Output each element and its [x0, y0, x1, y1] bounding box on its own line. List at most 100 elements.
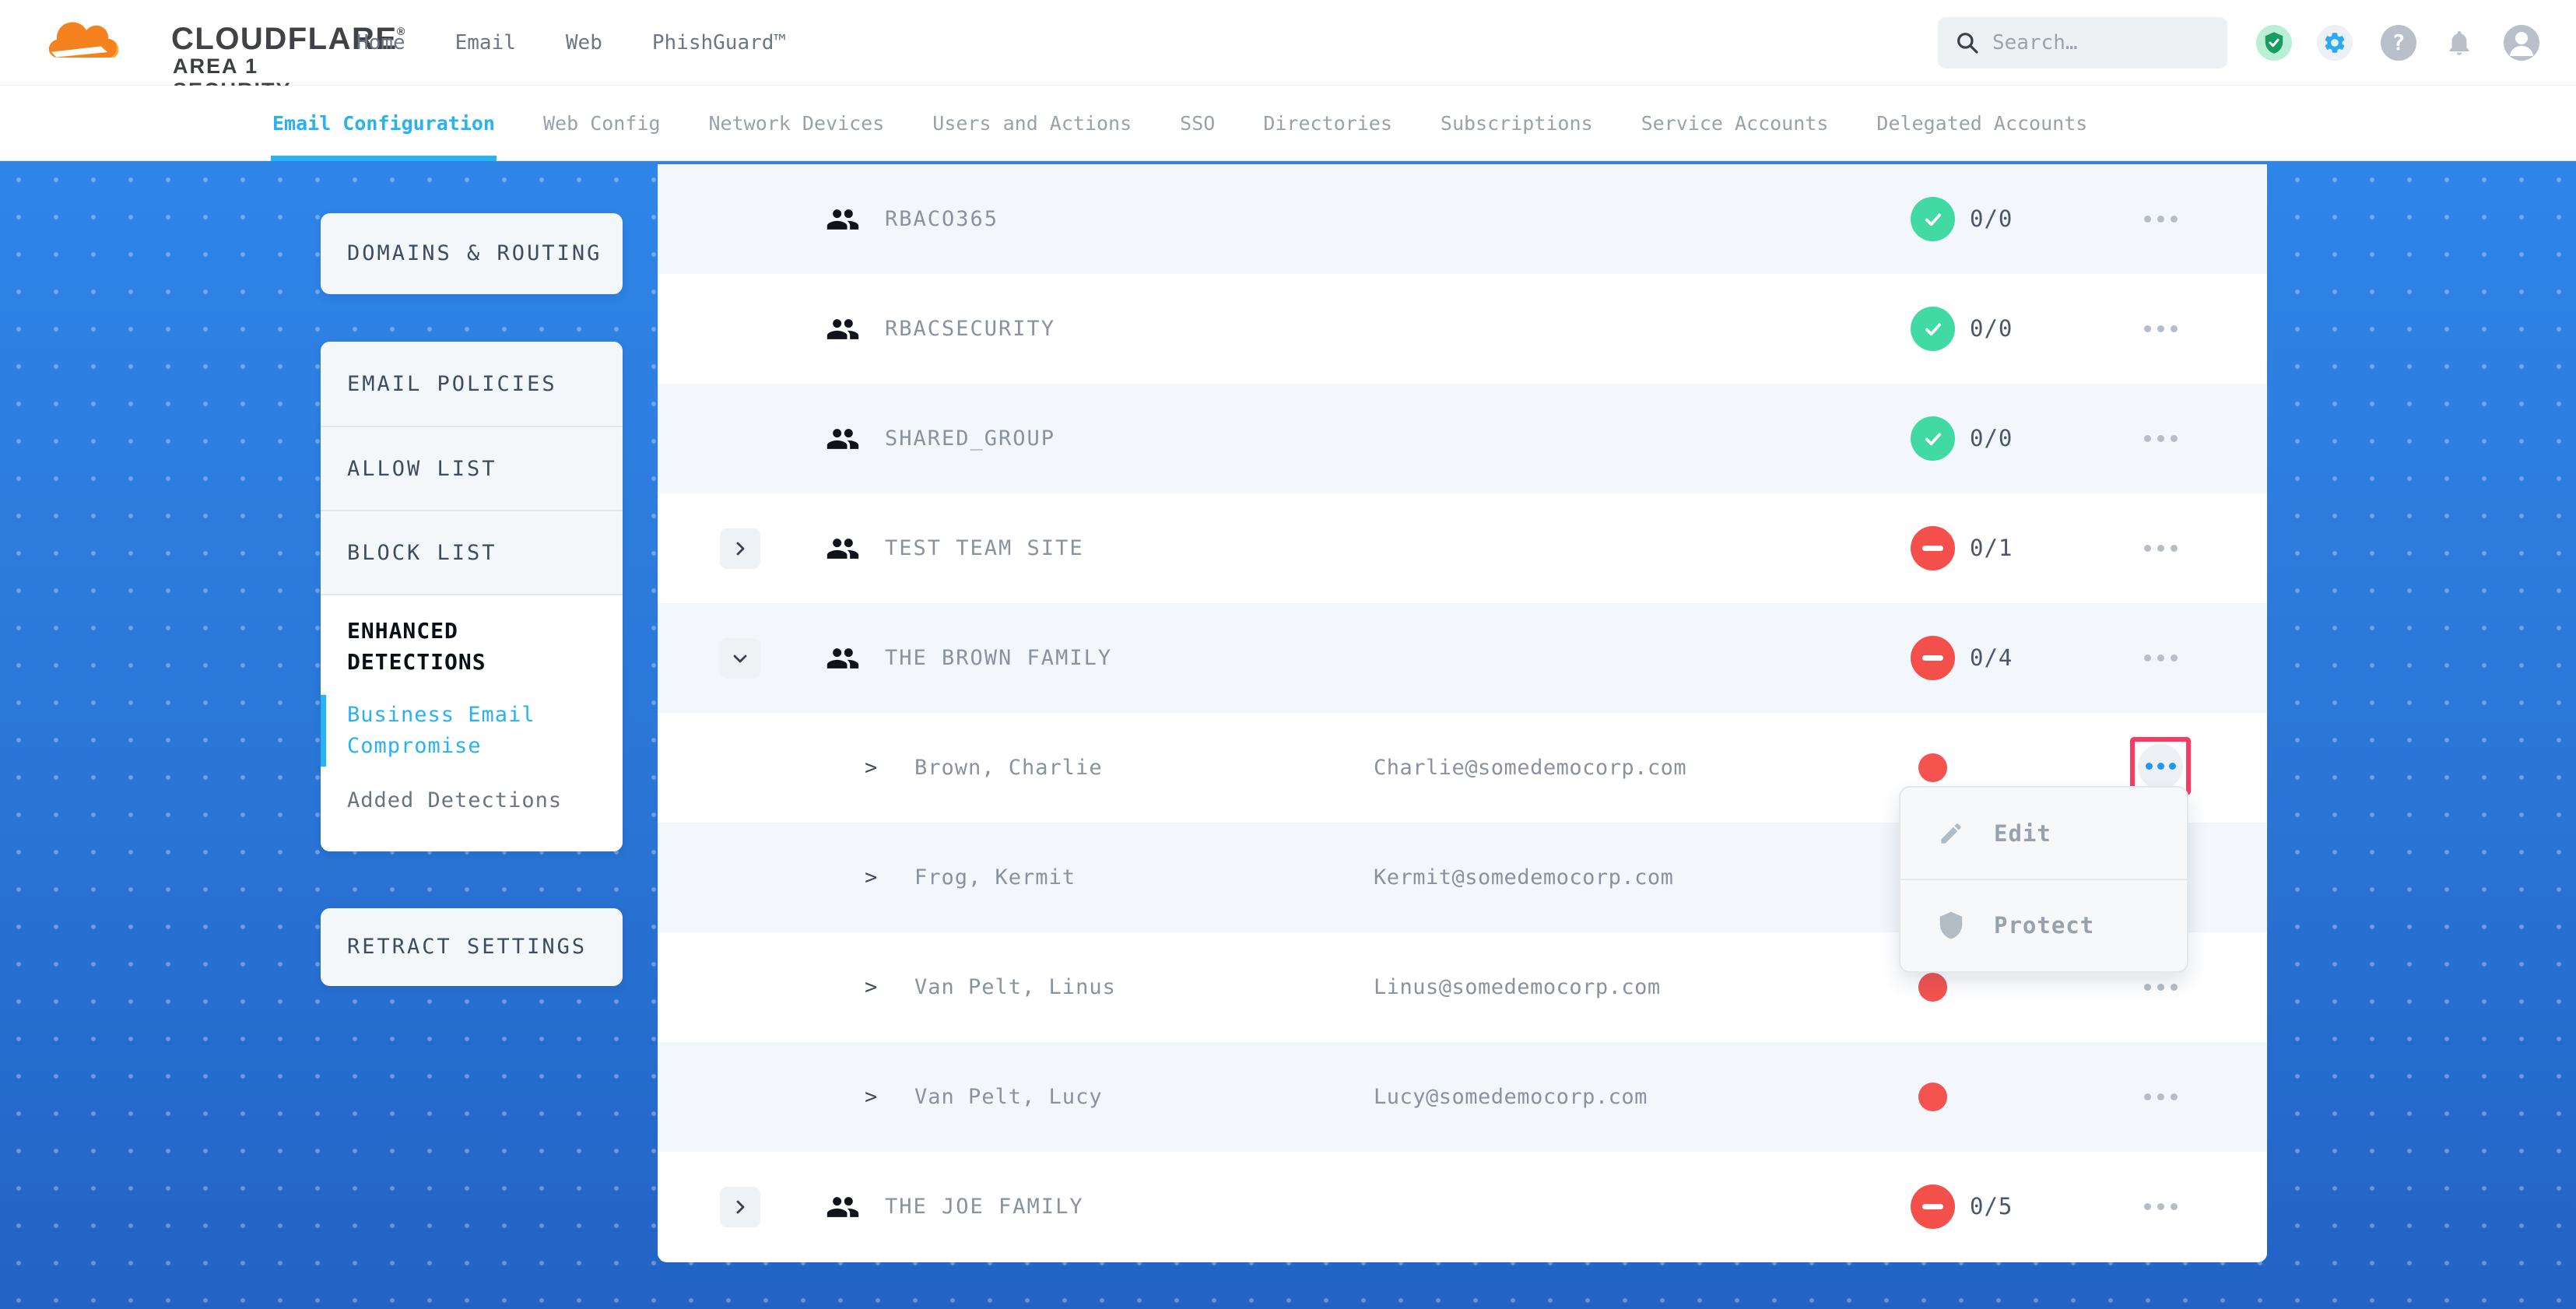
tab-network-devices[interactable]: Network Devices	[709, 86, 885, 161]
row-actions-button[interactable]	[2131, 642, 2190, 673]
member-name: Van Pelt, Lucy	[914, 1042, 1103, 1152]
app-header: CLOUDFLARE® AREA 1 SECURITY Home Email Web…	[0, 0, 2576, 86]
menu-item-label: Protect	[1994, 912, 2094, 939]
nav-item-phishguard[interactable]: PhishGuard™	[652, 31, 786, 54]
member-email: Linus@somedemocorp.com	[1374, 932, 1661, 1042]
row-actions-button[interactable]	[2131, 203, 2190, 234]
nav-item-email[interactable]: Email	[455, 31, 516, 54]
collapse-group-button[interactable]	[720, 638, 760, 679]
minus-glyph	[1922, 655, 1943, 661]
sidebar-card-retract-settings: RETRACT SETTINGS	[321, 908, 623, 986]
tab-email-configuration[interactable]: Email Configuration	[272, 86, 495, 161]
tab-directories[interactable]: Directories	[1263, 86, 1392, 161]
sidebar-item-retract-settings[interactable]: RETRACT SETTINGS	[321, 908, 623, 986]
table-row-van-pelt-lucy[interactable]: >Van Pelt, LucyLucy@somedemocorp.com	[658, 1042, 2267, 1152]
protection-status-icon[interactable]	[2256, 25, 2292, 61]
table-row-test-team-site[interactable]: TEST TEAM SITE0/1	[658, 493, 2267, 603]
page: CLOUDFLARE® AREA 1 SECURITY Home Email Web…	[0, 0, 2576, 1309]
tab-users-and-actions[interactable]: Users and Actions	[932, 86, 1132, 161]
table-row-the-joe-family[interactable]: THE JOE FAMILY 0/5	[658, 1152, 2267, 1262]
row-actions-button[interactable]	[2131, 423, 2190, 454]
member-chevron: >	[865, 932, 877, 1042]
notifications-bell-icon[interactable]	[2441, 25, 2477, 61]
row-actions-button[interactable]	[2138, 744, 2183, 789]
status-ok-badge	[1911, 307, 1955, 351]
enhanced-detections-section: ENHANCED DETECTIONS Business Email Compr…	[321, 595, 623, 851]
protection-count: 0/4	[1970, 603, 2013, 713]
tab-sso[interactable]: SSO	[1180, 86, 1215, 161]
table-row-the-brown-family[interactable]: THE BROWN FAMILY 0/4	[658, 603, 2267, 713]
protection-count: 0/0	[1970, 274, 2013, 384]
nav-item-web[interactable]: Web	[566, 31, 602, 54]
sidebar-item-email-policies[interactable]: EMAIL POLICIES	[321, 342, 623, 427]
group-icon	[826, 312, 860, 346]
member-chevron: >	[865, 823, 877, 932]
menu-item-edit[interactable]: Edit	[1900, 788, 2187, 879]
member-name: Van Pelt, Linus	[914, 932, 1116, 1042]
group-icon	[826, 422, 860, 456]
sidebar-item-label: Business Email Compromise	[347, 703, 535, 758]
protection-count: 0/0	[1970, 164, 2013, 274]
sidebar-item-allow-list[interactable]: ALLOW LIST	[321, 427, 623, 511]
minus-glyph	[1922, 546, 1943, 551]
content-background: DOMAINS & ROUTING EMAIL POLICIES ALLOW L…	[0, 161, 2576, 1309]
sidebar-card-email-policies: EMAIL POLICIES ALLOW LIST BLOCK LIST ENH…	[321, 342, 623, 851]
help-icon[interactable]: ?	[2381, 25, 2416, 61]
expand-group-button[interactable]	[720, 1187, 760, 1227]
group-name: RBACSECURITY	[885, 274, 1055, 384]
member-chevron: >	[865, 713, 877, 823]
groups-table-rows: RBACO3650/0RBACSECURITY0/0SHARED_GROUP0/…	[658, 164, 2267, 1262]
sidebar-item-label: Added Detections	[347, 788, 562, 812]
search-input[interactable]	[1992, 31, 2210, 54]
tab-delegated-accounts[interactable]: Delegated Accounts	[1876, 86, 2087, 161]
cloudflare-logo: CLOUDFLARE® AREA 1 SECURITY	[48, 8, 360, 79]
shield-icon	[1936, 911, 1966, 940]
tab-service-accounts[interactable]: Service Accounts	[1641, 86, 1829, 161]
row-actions-button[interactable]	[2131, 1081, 2190, 1112]
row-actions-button[interactable]	[2131, 532, 2190, 563]
row-actions-button[interactable]	[2131, 313, 2190, 344]
minus-glyph	[1922, 1204, 1943, 1209]
status-alert-dot	[1918, 973, 1947, 1002]
sidebar-item-added-detections[interactable]: Added Detections	[347, 785, 596, 816]
group-icon	[826, 1190, 860, 1224]
member-email: Charlie@somedemocorp.com	[1374, 713, 1686, 823]
group-name: SHARED_GROUP	[885, 384, 1055, 493]
svg-text:?: ?	[2392, 30, 2406, 55]
group-icon	[826, 641, 860, 676]
search-icon	[1955, 30, 1980, 55]
group-name: RBACO365	[885, 164, 998, 274]
group-name: THE JOE FAMILY	[885, 1152, 1084, 1262]
tab-subscriptions[interactable]: Subscriptions	[1441, 86, 1593, 161]
protection-count: 0/5	[1970, 1152, 2013, 1262]
status-ok-badge	[1911, 197, 1955, 241]
active-item-accent-bar	[321, 695, 326, 767]
nav-item-home[interactable]: Home	[356, 31, 405, 54]
protection-count: 0/1	[1970, 493, 2013, 603]
tab-web-config[interactable]: Web Config	[543, 86, 661, 161]
row-actions-button[interactable]	[2131, 1191, 2190, 1222]
status-alert-dot	[1918, 1083, 1947, 1111]
table-row-rbacsecurity[interactable]: RBACSECURITY 0/0	[658, 274, 2267, 384]
settings-gear-icon[interactable]	[2317, 25, 2353, 61]
member-name: Brown, Charlie	[914, 713, 1103, 823]
table-row-shared-group[interactable]: SHARED_GROUP0/0	[658, 384, 2267, 493]
user-avatar-icon[interactable]	[2504, 25, 2539, 61]
menu-item-protect[interactable]: Protect	[1900, 879, 2187, 970]
pencil-icon	[1936, 819, 1966, 848]
sidebar-item-business-email-compromise[interactable]: Business Email Compromise	[347, 700, 542, 762]
sidebar-item-block-list[interactable]: BLOCK LIST	[321, 511, 623, 595]
sidebar-card-domains-routing: DOMAINS & ROUTING	[321, 213, 623, 294]
status-alert-badge	[1911, 526, 1955, 570]
main-nav: Home Email Web PhishGuard™	[356, 0, 786, 86]
sidebar-item-domains-routing[interactable]: DOMAINS & ROUTING	[321, 213, 623, 294]
expand-group-button[interactable]	[720, 528, 760, 569]
status-alert-badge	[1911, 1184, 1955, 1229]
group-name: THE BROWN FAMILY	[885, 603, 1112, 713]
member-email: Lucy@somedemocorp.com	[1374, 1042, 1648, 1152]
row-actions-button[interactable]	[2131, 971, 2190, 1002]
table-row-rbaco365[interactable]: RBACO365 0/0	[658, 164, 2267, 274]
status-alert-badge	[1911, 636, 1955, 680]
cloudflare-cloud-icon	[48, 14, 123, 70]
group-icon	[826, 532, 860, 566]
